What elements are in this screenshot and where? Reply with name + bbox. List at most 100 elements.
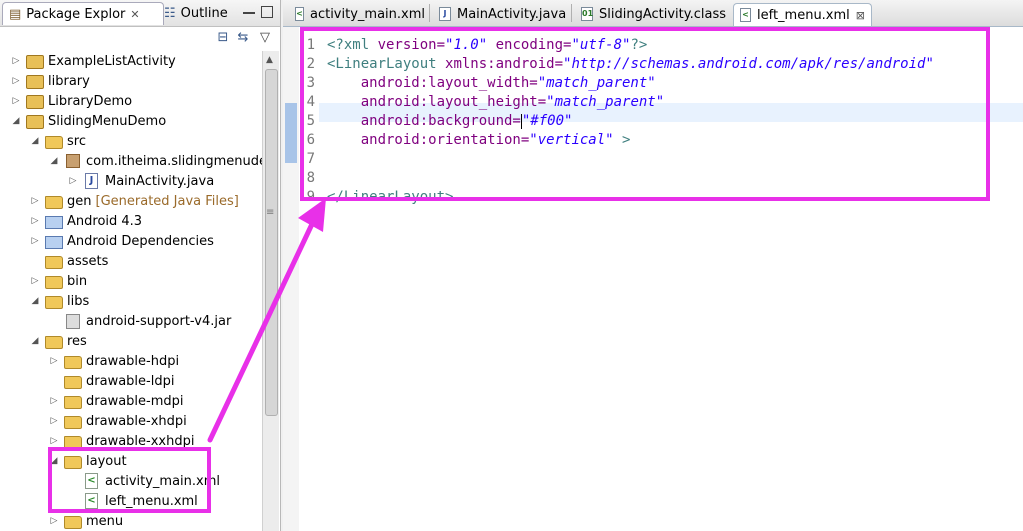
tree-item[interactable]: ◢ libs: [29, 291, 89, 311]
collapsed-arrow-icon[interactable]: ▷: [29, 216, 41, 226]
link-with-editor-icon[interactable]: ⇆: [236, 31, 250, 45]
tree-item-label: res: [67, 333, 87, 349]
folder-icon: [45, 196, 63, 209]
collapsed-arrow-icon[interactable]: ▷: [48, 396, 60, 406]
tree-item[interactable]: ◢ SlidingMenuDemo: [10, 111, 166, 131]
scrollbar-thumb[interactable]: [265, 69, 278, 416]
outline-icon: ☷: [164, 5, 176, 21]
tree-item[interactable]: ▷ gen [Generated Java Files]: [29, 191, 239, 211]
view-menu-icon[interactable]: ▽: [258, 31, 272, 45]
package-explorer-icon: ▤: [9, 6, 22, 22]
collapsed-arrow-icon[interactable]: ▷: [29, 276, 41, 286]
collapsed-arrow-icon[interactable]: ▷: [10, 96, 22, 106]
collapsed-arrow-icon[interactable]: ▷: [67, 176, 79, 186]
tree-item-label: Android Dependencies: [67, 233, 214, 249]
tree-item[interactable]: assets: [29, 251, 108, 271]
collapsed-arrow-icon[interactable]: ▷: [48, 436, 60, 446]
tree-item[interactable]: ◢ com.itheima.slidingmenudemo: [48, 151, 262, 171]
explorer-toolbar: ⊟ ⇆ ▽: [0, 27, 280, 51]
java-file-icon: J: [439, 7, 451, 21]
library-icon: [45, 236, 63, 249]
editor-tab[interactable]: 01 SlidingActivity.class: [575, 3, 737, 25]
tab-package-explorer[interactable]: ▤ Package Explor ✕: [2, 2, 164, 25]
editor-tab-bar: < activity_main.xml J MainActivity.java 01 Sl…: [283, 0, 1023, 27]
tree-item[interactable]: ▷ drawable-xhdpi: [48, 411, 187, 431]
folder-icon: [64, 516, 82, 529]
tab-outline-label: Outline: [180, 5, 228, 21]
expanded-arrow-icon[interactable]: ◢: [48, 156, 60, 166]
tree-scrollbar[interactable]: ▲ ≡: [262, 51, 279, 531]
expanded-arrow-icon[interactable]: ◢: [10, 116, 22, 126]
collapsed-arrow-icon[interactable]: ▷: [10, 56, 22, 66]
collapsed-arrow-icon[interactable]: ▷: [29, 236, 41, 246]
collapsed-arrow-icon[interactable]: ▷: [48, 516, 60, 526]
folder-icon: [45, 256, 63, 269]
tab-separator: [571, 4, 572, 22]
editor-tab-label: SlidingActivity.class: [599, 6, 726, 22]
tree-item[interactable]: ▷ drawable-mdpi: [48, 391, 184, 411]
java-file-icon: J: [85, 173, 98, 189]
editor-tab-label: activity_main.xml: [309, 6, 425, 22]
package-icon: [66, 154, 80, 168]
tree-item-label: SlidingMenuDemo: [48, 113, 167, 129]
editor-tab[interactable]: < activity_main.xml: [289, 3, 431, 25]
tree-item-label: src: [67, 133, 86, 149]
folder-icon: [64, 396, 82, 409]
project-icon: [26, 75, 44, 89]
tree-item-label: assets: [67, 253, 109, 269]
layout-highlight-box: [48, 447, 211, 513]
maximize-button[interactable]: [261, 6, 273, 18]
library-icon: [45, 216, 63, 229]
folder-icon: [64, 416, 82, 429]
tree-item-label: library: [48, 73, 90, 89]
tree-item[interactable]: ▷ bin: [29, 271, 87, 291]
jar-icon: [66, 313, 80, 329]
tree-item-label: Android 4.3: [67, 213, 143, 229]
tree-item-label: android-support-v4.jar: [86, 313, 232, 329]
expanded-arrow-icon[interactable]: ◢: [29, 336, 41, 346]
tree-item[interactable]: ▷ menu: [48, 511, 123, 531]
tree-item[interactable]: ▷ drawable-hdpi: [48, 351, 179, 371]
tree-item-label: drawable-xhdpi: [86, 413, 187, 429]
tree-item[interactable]: ◢ src: [29, 131, 86, 151]
xml-file-icon: <: [295, 7, 304, 21]
collapsed-arrow-icon[interactable]: ▷: [29, 196, 41, 206]
minimize-button[interactable]: [243, 12, 255, 14]
scrollbar-grip-icon: ≡: [266, 207, 275, 218]
tree-item[interactable]: drawable-ldpi: [48, 371, 174, 391]
tree-item-label: bin: [67, 273, 88, 289]
expanded-arrow-icon[interactable]: ◢: [29, 136, 41, 146]
tree-item[interactable]: ◢ res: [29, 331, 87, 351]
tree-item-label: com.itheima.slidingmenudemo: [86, 153, 262, 169]
editor-tab[interactable]: < left_menu.xml ⊠: [733, 3, 872, 26]
expanded-arrow-icon[interactable]: ◢: [29, 296, 41, 306]
tab-separator: [429, 4, 430, 22]
collapse-all-icon[interactable]: ⊟: [216, 31, 230, 45]
tree-item[interactable]: ▷ ExampleListActivity: [10, 51, 176, 71]
collapsed-arrow-icon[interactable]: ▷: [48, 356, 60, 366]
tree-item[interactable]: ▷ LibraryDemo: [10, 91, 132, 111]
folder-icon: [45, 336, 63, 349]
scroll-up-icon[interactable]: ▲: [266, 55, 273, 65]
project-icon: [26, 95, 44, 109]
editor-gutter: [283, 27, 299, 531]
tree-item[interactable]: ▷ Android Dependencies: [29, 231, 214, 251]
editor-tab[interactable]: J MainActivity.java: [433, 3, 577, 25]
change-marker: [285, 103, 297, 163]
tree-item[interactable]: ▷ library: [10, 71, 90, 91]
close-icon[interactable]: ✕: [130, 8, 139, 21]
tree-item[interactable]: ▷ J MainActivity.java: [67, 171, 214, 191]
tree-item-decoration: [Generated Java Files]: [95, 193, 239, 209]
collapsed-arrow-icon[interactable]: ▷: [10, 76, 22, 86]
tab-outline[interactable]: ☷ Outline: [158, 2, 240, 24]
tree-item[interactable]: android-support-v4.jar: [48, 311, 231, 331]
close-icon[interactable]: ⊠: [856, 9, 865, 22]
project-icon: [26, 115, 44, 129]
tree-item-label: ExampleListActivity: [48, 53, 176, 69]
view-tab-bar: ▤ Package Explor ✕ ☷ Outline: [0, 0, 280, 27]
tree-item[interactable]: ▷ Android 4.3: [29, 211, 142, 231]
folder-icon: [45, 136, 63, 149]
tree-item-label: drawable-ldpi: [86, 373, 175, 389]
class-file-icon: 01: [581, 7, 593, 21]
collapsed-arrow-icon[interactable]: ▷: [48, 416, 60, 426]
